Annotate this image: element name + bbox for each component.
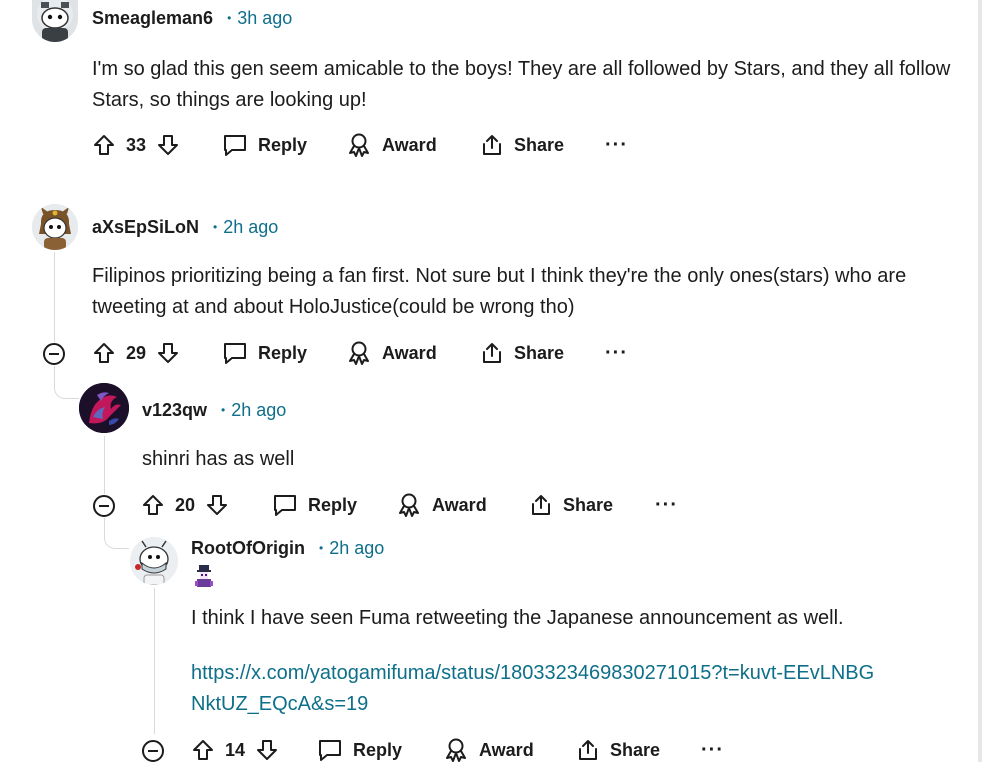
vote-count: 14 [225,739,246,760]
timestamp[interactable]: 3h ago [237,8,292,29]
reply-icon [222,341,248,365]
comment-meta: aXsEpSiLoN • 2h ago [92,215,278,239]
comment-thread: Smeagleman6 • 3h ago I'm so glad this ge… [0,0,982,762]
reply-label: Reply [353,739,403,760]
more-options-button[interactable]: ··· [655,490,678,520]
thread-line[interactable] [104,436,105,494]
reply-button[interactable]: Reply [222,338,307,368]
vote-count: 29 [126,342,147,363]
timestamp[interactable]: 2h ago [329,538,384,559]
thread-line[interactable] [54,366,55,388]
share-label: Share [514,342,565,363]
award-label: Award [382,134,437,155]
vote-group: 33 [92,130,180,160]
action-bar: 14 Reply Award Share ··· [191,735,751,762]
timestamp[interactable]: 2h ago [231,400,286,421]
reply-label: Reply [308,494,358,515]
more-options-button[interactable]: ··· [605,338,628,368]
award-button[interactable]: Award [346,338,437,368]
comment-meta: v123qw • 2h ago [142,398,286,422]
avatar[interactable] [79,383,129,433]
downvote-icon[interactable] [156,133,180,157]
action-bar: 20 Reply Award Share ··· [141,490,701,520]
username[interactable]: aXsEpSiLoN [92,217,199,238]
vote-count: 33 [126,134,147,155]
thread-connector [104,538,129,549]
comment-body: I think I have seen Fuma retweeting the … [191,607,844,629]
collapse-icon[interactable] [93,495,115,517]
avatar[interactable] [32,0,78,42]
share-label: Share [563,494,614,515]
vote-group: 20 [141,490,229,520]
comment-body: I'm so glad this gen seem amicable to th… [92,58,951,111]
share-button[interactable]: Share [529,490,613,520]
upvote-icon[interactable] [191,738,215,762]
separator-dot: • [221,403,226,417]
thread-line[interactable] [104,518,105,538]
reply-button[interactable]: Reply [222,130,307,160]
award-label: Award [432,494,487,515]
share-button[interactable]: Share [576,735,660,762]
action-bar: 33 Reply Award Share ··· [92,130,652,160]
avatar[interactable] [130,537,178,585]
avatar[interactable] [32,204,78,250]
username[interactable]: RootOfOrigin [191,538,305,559]
comment-body: shinri has as well [142,448,295,470]
username[interactable]: Smeagleman6 [92,8,213,29]
comment-meta: Smeagleman6 • 3h ago [92,6,292,30]
share-icon [480,133,504,157]
thread-line[interactable] [54,252,55,342]
more-options-button[interactable]: ··· [605,130,628,160]
share-label: Share [610,739,661,760]
collapse-icon[interactable] [43,343,65,365]
downvote-icon[interactable] [255,738,279,762]
user-flair-icon [192,564,216,588]
award-button[interactable]: Award [346,130,437,160]
comment-body: Filipinos prioritizing being a fan first… [92,265,907,318]
reply-label: Reply [258,134,308,155]
reply-icon [222,133,248,157]
reply-icon [272,493,298,517]
separator-dot: • [318,541,324,555]
thread-line[interactable] [154,588,155,734]
reply-label: Reply [258,342,308,363]
award-label: Award [479,739,534,760]
reply-button[interactable]: Reply [272,490,357,520]
thread-connector [54,388,79,399]
scrollbar[interactable] [978,0,982,762]
comment-meta: RootOfOrigin • 2h ago [191,536,384,560]
share-icon [480,341,504,365]
vote-group: 14 [191,735,279,762]
separator-dot: • [213,220,218,234]
share-button[interactable]: Share [480,338,564,368]
timestamp[interactable]: 2h ago [223,217,278,238]
award-icon [346,340,372,366]
username[interactable]: v123qw [142,400,207,421]
award-icon [443,737,469,762]
action-bar: 29 Reply Award Share ··· [92,338,652,368]
reply-icon [317,738,343,762]
award-icon [396,492,422,518]
vote-group: 29 [92,338,180,368]
more-options-button[interactable]: ··· [701,735,724,762]
award-icon [346,132,372,158]
share-icon [529,493,553,517]
share-label: Share [514,134,565,155]
downvote-icon[interactable] [205,493,229,517]
upvote-icon[interactable] [141,493,165,517]
reply-button[interactable]: Reply [317,735,402,762]
separator-dot: • [227,11,232,25]
upvote-icon[interactable] [92,341,116,365]
collapse-icon[interactable] [142,740,164,762]
vote-count: 20 [175,494,196,515]
share-button[interactable]: Share [480,130,564,160]
share-icon [576,738,600,762]
award-label: Award [382,342,437,363]
award-button[interactable]: Award [443,735,534,762]
upvote-icon[interactable] [92,133,116,157]
comment-link[interactable]: https://x.com/yatogamifuma/status/180332… [191,658,881,720]
downvote-icon[interactable] [156,341,180,365]
award-button[interactable]: Award [396,490,487,520]
